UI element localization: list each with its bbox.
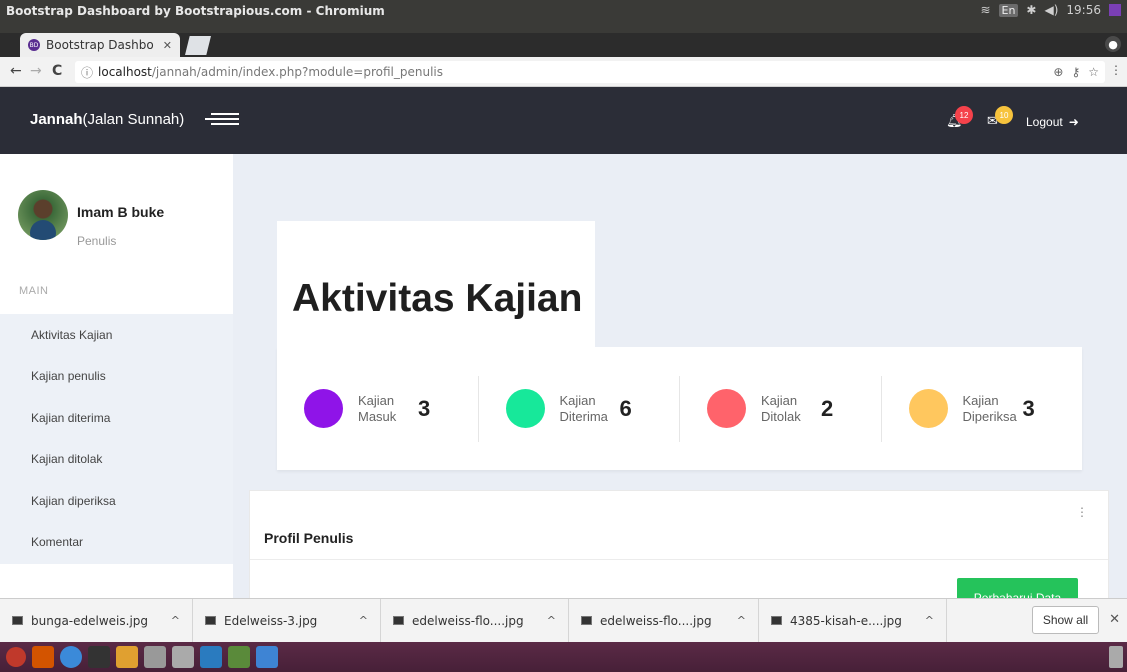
network-icon[interactable]	[200, 646, 222, 668]
sidebar-item-aktivitas-kajian[interactable]: Aktivitas Kajian	[0, 314, 233, 356]
user-name: Imam B buke	[77, 204, 165, 220]
stat-dot	[304, 389, 343, 428]
browser-menu-icon[interactable]: ⋮	[1110, 63, 1122, 77]
image-file-icon	[581, 616, 592, 625]
address-bar[interactable]: ⓘ localhost/jannah/admin/index.php?modul…	[75, 61, 1105, 83]
page-viewport: Jannah(Jalan Sunnah) 🔔︎ 12 ✉ 10 Logout ➜…	[0, 87, 1127, 598]
back-arrow-icon[interactable]: ←	[10, 63, 22, 79]
stat-kajian-diperiksa: Kajian Diperiksa 3	[880, 375, 1083, 442]
os-launcher	[0, 642, 1127, 672]
download-item[interactable]: 4385-kisah-e....jpg ^	[759, 598, 947, 643]
logout-link[interactable]: Logout ➜	[1026, 115, 1079, 129]
keyboard-language-indicator[interactable]: En	[998, 3, 1019, 17]
image-file-icon	[393, 616, 404, 625]
stat-value: 3	[1022, 395, 1035, 421]
stat-kajian-diterima: Kajian Diterima 6	[477, 375, 680, 442]
avatar	[18, 190, 68, 240]
stat-dot	[707, 389, 746, 428]
sidebar-item-kajian-penulis[interactable]: Kajian penulis	[0, 356, 233, 398]
drive-icon[interactable]	[172, 646, 194, 668]
profile-card: ⋮ Profil Penulis Perbaharui Data	[249, 490, 1109, 598]
url-path: /jannah/admin/index.php?module=profil_pe…	[151, 65, 444, 79]
browser-tab[interactable]: BD Bootstrap Dashbo ✕	[20, 33, 180, 57]
url-host: localhost	[98, 65, 152, 79]
image-file-icon	[205, 616, 216, 625]
key-icon[interactable]: ⚷	[1071, 65, 1080, 79]
messages-badge[interactable]: 10	[995, 106, 1013, 124]
account-icon[interactable]: ●	[1105, 36, 1121, 52]
chromium-icon[interactable]	[60, 646, 82, 668]
show-all-downloads-button[interactable]: Show all	[1032, 606, 1099, 634]
zoom-icon[interactable]: ⊕	[1053, 65, 1063, 79]
game-icon[interactable]	[228, 646, 250, 668]
stat-value: 2	[821, 395, 834, 421]
dashboard-topbar: Jannah(Jalan Sunnah) 🔔︎ 12 ✉ 10 Logout ➜	[0, 87, 1127, 154]
terminal-icon[interactable]	[88, 646, 110, 668]
reload-icon[interactable]: C	[52, 63, 62, 79]
stat-kajian-ditolak: Kajian Ditolak 2	[679, 375, 881, 442]
sublime-text-icon[interactable]	[116, 646, 138, 668]
divider	[250, 559, 1108, 560]
close-icon[interactable]: ✕	[1109, 612, 1120, 627]
sidebar-section-label: MAIN	[19, 285, 49, 297]
new-tab-button[interactable]	[185, 36, 211, 55]
page-title: Aktivitas Kajian	[292, 277, 583, 320]
sign-out-icon: ➜	[1068, 115, 1079, 129]
forward-arrow-icon[interactable]: →	[30, 63, 42, 79]
chevron-up-icon[interactable]: ^	[359, 614, 368, 627]
download-item[interactable]: bunga-edelweis.jpg ^	[0, 598, 193, 643]
sidebar-item-kajian-diterima[interactable]: Kajian diterima	[0, 397, 233, 439]
stat-value: 6	[619, 395, 632, 421]
os-window-titlebar: Bootstrap Dashboard by Bootstrapious.com…	[0, 0, 1127, 33]
chevron-up-icon[interactable]: ^	[737, 614, 746, 627]
browser-toolbar: ← → C ⓘ localhost/jannah/admin/index.php…	[0, 57, 1127, 87]
stat-dot	[505, 389, 545, 428]
chevron-up-icon[interactable]: ^	[547, 614, 556, 627]
wifi-icon[interactable]: ≋	[980, 3, 990, 17]
text-editor-icon[interactable]	[256, 646, 278, 668]
close-tab-icon[interactable]: ✕	[163, 39, 172, 52]
card-menu-icon[interactable]: ⋮	[1076, 505, 1088, 519]
stats-card: Kajian Masuk 3 Kajian Diterima 6 Kajian Dit…	[277, 347, 1082, 470]
stat-dot	[908, 389, 948, 428]
update-data-button[interactable]: Perbaharui Data	[957, 578, 1078, 598]
page-title-card: Aktivitas Kajian	[277, 221, 595, 347]
sidebar-item-kajian-ditolak[interactable]: Kajian ditolak	[0, 439, 233, 481]
download-item[interactable]: Edelweiss-3.jpg ^	[193, 598, 381, 643]
tab-title: Bootstrap Dashbo	[46, 38, 154, 52]
system-tray: ≋ En ✱ ◀) 19:56	[980, 3, 1121, 17]
stat-kajian-masuk: Kajian Masuk 3	[277, 376, 478, 442]
notifications-badge[interactable]: 12	[955, 106, 973, 124]
bluetooth-icon[interactable]: ✱	[1026, 3, 1036, 17]
stat-value: 3	[418, 395, 431, 421]
files-icon[interactable]	[32, 646, 54, 668]
download-item[interactable]: edelweiss-flo....jpg ^	[569, 598, 759, 643]
sidebar-toggle-icon[interactable]	[205, 109, 239, 129]
tab-favicon: BD	[28, 39, 40, 51]
download-item[interactable]: edelweiss-flo....jpg ^	[381, 598, 569, 643]
sidebar-item-kajian-diperiksa[interactable]: Kajian diperiksa	[0, 480, 233, 522]
chevron-up-icon[interactable]: ^	[171, 614, 180, 627]
image-file-icon	[12, 616, 23, 625]
sidebar: Imam B buke Penulis MAIN Aktivitas Kajia…	[0, 154, 233, 598]
dash-icon[interactable]	[6, 647, 26, 667]
image-file-icon	[771, 616, 782, 625]
downloads-bar: bunga-edelweis.jpg ^ Edelweiss-3.jpg ^ e…	[0, 598, 1127, 643]
main-content: Aktivitas Kajian Kajian Masuk 3 Kajian Dit…	[233, 154, 1127, 598]
session-icon[interactable]	[1109, 4, 1121, 16]
info-icon[interactable]: ⓘ	[81, 64, 93, 81]
window-title: Bootstrap Dashboard by Bootstrapious.com…	[6, 4, 385, 18]
sidebar-menu: Aktivitas Kajian Kajian penulis Kajian d…	[0, 314, 233, 564]
volume-icon[interactable]: ◀)	[1044, 3, 1058, 17]
trash-icon[interactable]	[1109, 646, 1123, 668]
bookmark-star-icon[interactable]: ☆	[1088, 65, 1099, 79]
user-role: Penulis	[77, 234, 117, 248]
profile-card-title: Profil Penulis	[264, 530, 354, 546]
brand-logo[interactable]: Jannah(Jalan Sunnah)	[30, 111, 184, 128]
clock[interactable]: 19:56	[1066, 3, 1101, 17]
chevron-up-icon[interactable]: ^	[925, 614, 934, 627]
drive-icon[interactable]	[144, 646, 166, 668]
sidebar-item-komentar[interactable]: Komentar	[0, 522, 233, 564]
